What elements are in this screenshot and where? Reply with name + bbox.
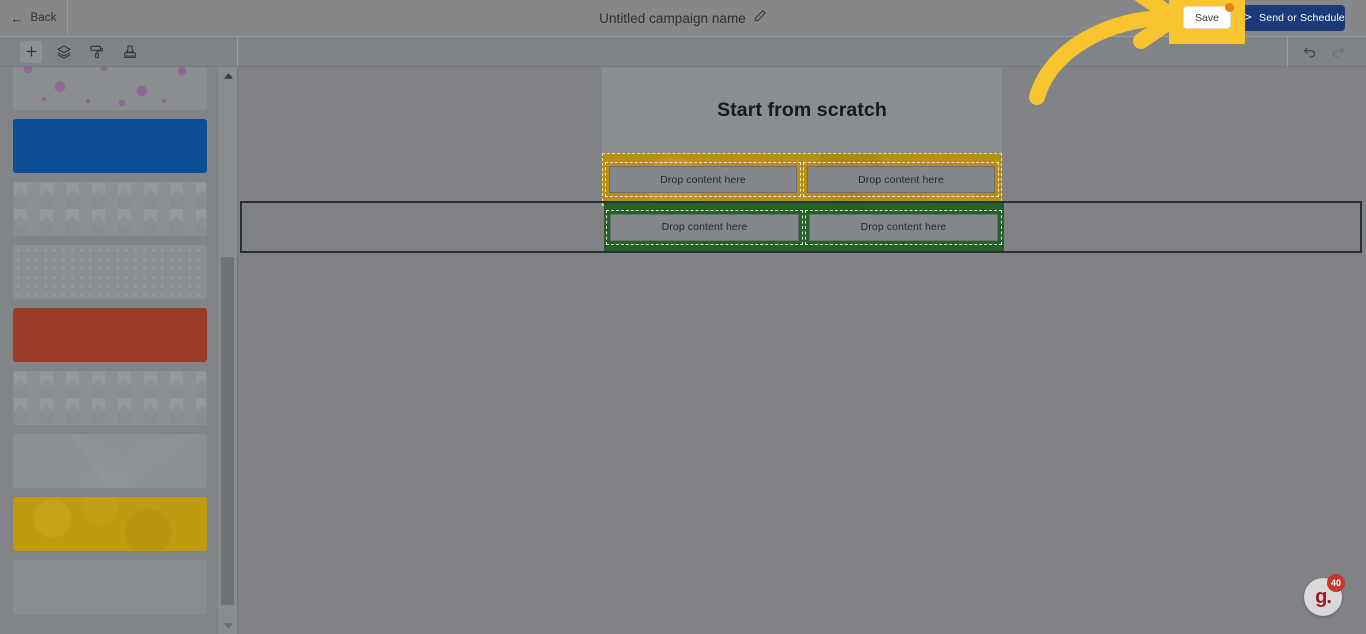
background-thumbnail[interactable] (13, 497, 207, 551)
drop-zone-label: Drop content here (661, 221, 748, 233)
stamp-icon[interactable] (119, 41, 141, 63)
pencil-icon[interactable] (753, 9, 767, 28)
drop-zone-box[interactable]: Drop content here (610, 213, 799, 241)
green-row-center-column: Drop content here Drop content here (604, 203, 1004, 251)
drop-zone-box[interactable]: Drop content here (609, 166, 797, 193)
editor-toolbar (0, 36, 1366, 68)
add-content-icon[interactable] (20, 40, 42, 63)
help-widget-badge-count: 40 (1330, 578, 1341, 588)
redo-icon[interactable] (1331, 45, 1346, 60)
drop-zone[interactable]: Drop content here (805, 209, 1002, 245)
background-gallery-panel (0, 67, 238, 634)
panel-scrollbar[interactable] (217, 67, 237, 634)
drop-zone-label: Drop content here (858, 173, 944, 186)
drop-zone[interactable]: Drop content here (803, 162, 999, 197)
start-from-scratch-label: Start from scratch (717, 98, 887, 121)
start-from-scratch-heading: Start from scratch (602, 67, 1002, 153)
scrollbar-thumb[interactable] (221, 257, 234, 605)
history-controls (1287, 37, 1366, 68)
save-button[interactable]: Save (1183, 3, 1234, 29)
drop-zone-box[interactable]: Drop content here (809, 213, 998, 241)
save-button-label: Save (1195, 11, 1219, 24)
drop-zone[interactable]: Drop content here (605, 162, 801, 197)
background-thumbnail-list (0, 67, 220, 623)
background-thumbnail[interactable] (13, 560, 207, 614)
back-button[interactable]: ← Back (0, 0, 68, 36)
page-title: Untitled campaign name (599, 10, 746, 26)
app-root: ← Back Untitled campaign name Save Send … (0, 0, 1366, 634)
email-body: Start from scratch Drop content here Dro… (602, 67, 1002, 206)
send-or-schedule-button[interactable]: Send or Schedule (1239, 5, 1345, 31)
drop-zone-box[interactable]: Drop content here (807, 166, 995, 193)
scroll-up-icon[interactable] (218, 67, 237, 84)
help-widget-badge: 40 (1327, 574, 1345, 592)
drop-zone-label: Drop content here (860, 221, 947, 233)
layers-icon[interactable] (53, 41, 75, 63)
background-thumbnail[interactable] (13, 182, 207, 236)
unsaved-changes-dot (1225, 3, 1234, 12)
help-widget-button[interactable]: g. 40 (1304, 574, 1345, 616)
paint-roller-icon[interactable] (86, 41, 108, 63)
toolbar-tool-group (0, 36, 238, 67)
send-or-schedule-label: Send or Schedule (1259, 12, 1345, 24)
arrow-left-icon: ← (10, 10, 24, 26)
background-thumbnail[interactable] (13, 371, 207, 425)
background-thumbnail[interactable] (13, 308, 207, 362)
background-thumbnail[interactable] (13, 67, 207, 110)
drop-zone[interactable]: Drop content here (606, 209, 803, 245)
undo-icon[interactable] (1302, 45, 1317, 60)
background-thumbnail[interactable] (13, 434, 207, 488)
background-thumbnail[interactable] (13, 245, 207, 299)
green-content-row[interactable]: Drop content here Drop content here (240, 201, 1362, 253)
green-row-inner: Drop content here Drop content here (604, 203, 1004, 251)
background-thumbnail[interactable] (13, 119, 207, 173)
drop-zone-label: Drop content here (660, 173, 746, 186)
scroll-down-icon[interactable] (218, 617, 237, 634)
email-canvas: Start from scratch Drop content here Dro… (239, 67, 1366, 634)
gold-content-row[interactable]: Drop content here Drop content here (602, 153, 1002, 206)
help-widget-logo: g. (1315, 586, 1332, 608)
back-button-label: Back (30, 12, 57, 24)
